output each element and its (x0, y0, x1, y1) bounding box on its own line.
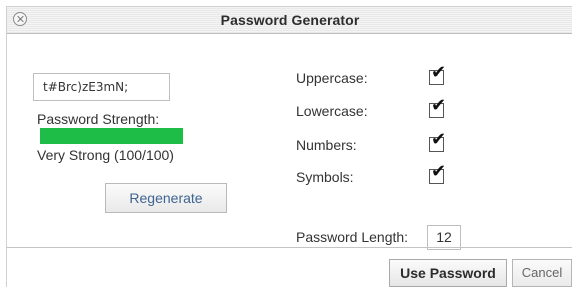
regenerate-button[interactable]: Regenerate (105, 183, 227, 213)
generated-password-field[interactable]: t#Brc)zE3mN; (33, 73, 170, 101)
checkmark-icon: ✔ (431, 95, 447, 116)
checkmark-icon: ✔ (431, 161, 447, 182)
uppercase-label: Uppercase: (296, 70, 368, 86)
symbols-label: Symbols: (296, 169, 354, 185)
numbers-label: Numbers: (296, 137, 357, 153)
use-password-button[interactable]: Use Password (389, 259, 507, 287)
dialog-title: Password Generator (220, 12, 360, 28)
symbols-checkbox[interactable]: ✔ (429, 163, 446, 184)
lowercase-label: Lowercase: (296, 103, 368, 119)
password-generator-dialog: Password Generator t#Brc)zE3mN; Password… (6, 6, 572, 287)
footer-divider (7, 247, 572, 248)
password-strength-bar (40, 128, 183, 144)
lowercase-checkbox[interactable]: ✔ (429, 97, 446, 118)
checkmark-icon: ✔ (431, 129, 447, 150)
dialog-titlebar: Password Generator (7, 7, 572, 34)
password-length-label: Password Length: (296, 229, 409, 245)
numbers-checkbox[interactable]: ✔ (429, 131, 446, 152)
checkmark-icon: ✔ (431, 62, 447, 83)
password-strength-bar-fill (40, 128, 183, 144)
password-strength-text: Very Strong (100/100) (37, 147, 174, 163)
uppercase-checkbox[interactable]: ✔ (429, 64, 446, 85)
cancel-button[interactable]: Cancel (512, 259, 572, 287)
password-strength-label: Password Strength: (37, 111, 160, 127)
